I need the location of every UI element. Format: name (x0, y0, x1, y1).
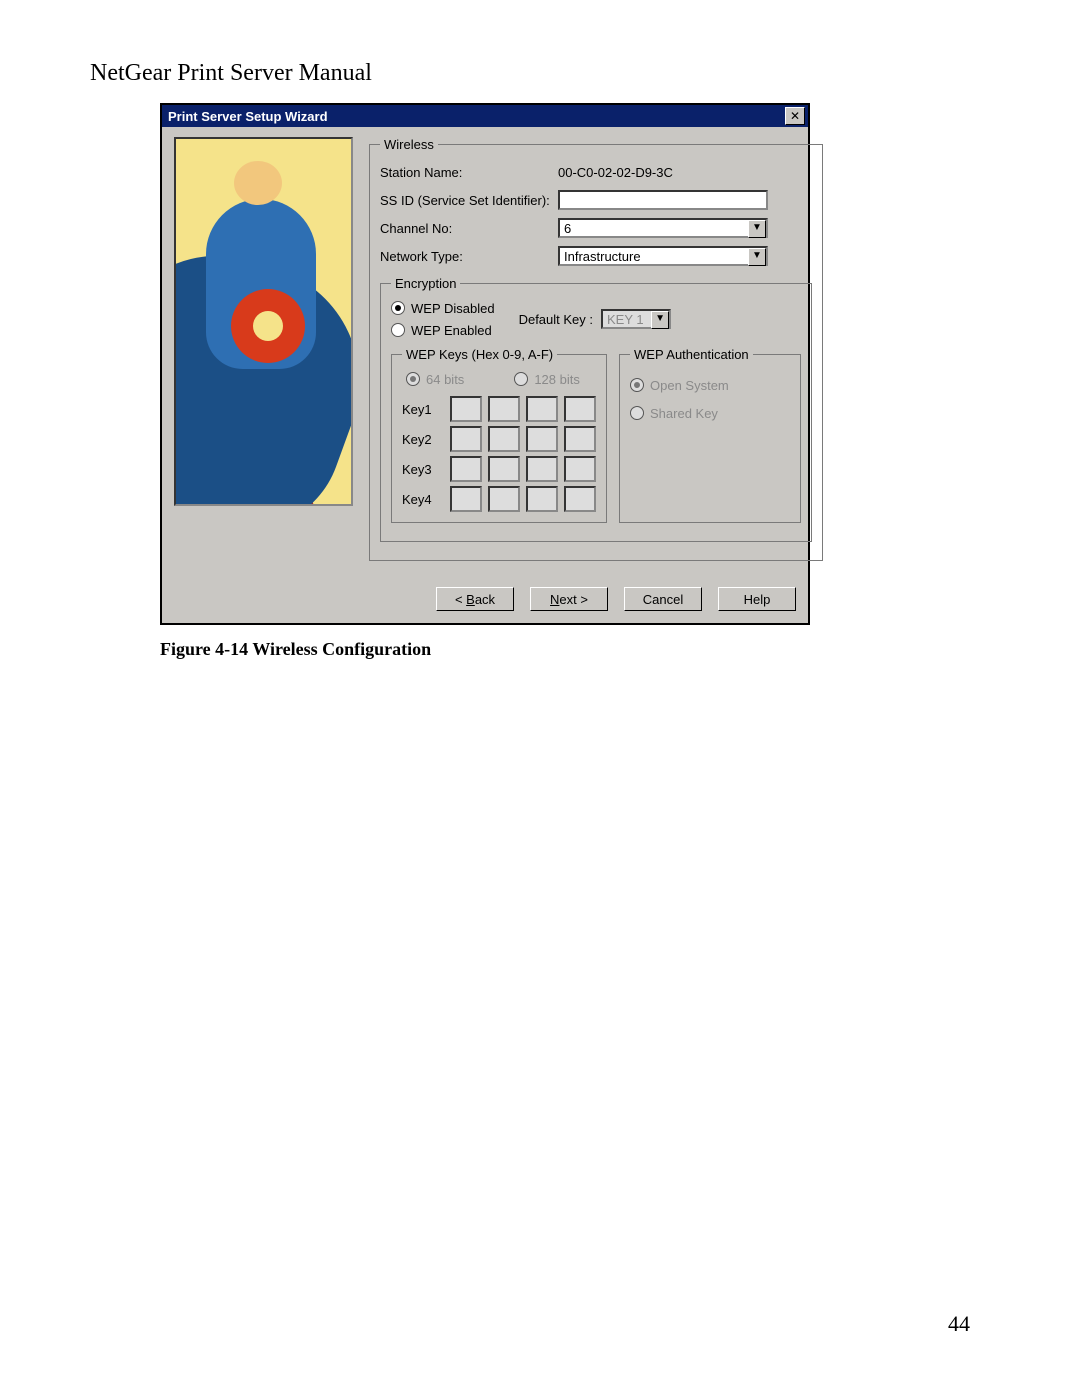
wep-disabled-radio[interactable]: WEP Disabled (391, 297, 495, 319)
shared-key-radio: Shared Key (630, 402, 790, 424)
figure-caption: Figure 4-14 Wireless Configuration (160, 639, 990, 660)
radio-icon (514, 372, 528, 386)
chevron-down-icon[interactable]: ▼ (748, 220, 766, 238)
key2-cell (526, 426, 558, 452)
wireless-legend: Wireless (380, 137, 438, 152)
key3-cell (564, 456, 596, 482)
window-title: Print Server Setup Wizard (168, 109, 785, 124)
key2-cell (488, 426, 520, 452)
radio-icon (391, 301, 405, 315)
titlebar: Print Server Setup Wizard ✕ (162, 105, 808, 127)
radio-icon (406, 372, 420, 386)
key3-cell (450, 456, 482, 482)
wizard-illustration (174, 137, 353, 506)
key1-cell (488, 396, 520, 422)
key4-cell (564, 486, 596, 512)
key2-cell (564, 426, 596, 452)
wep-keys-legend: WEP Keys (Hex 0-9, A-F) (402, 347, 557, 362)
back-button[interactable]: < Back (436, 587, 514, 611)
radio-icon (630, 378, 644, 392)
wep-enabled-label: WEP Enabled (411, 323, 492, 338)
default-key-combo: KEY 1 ▼ (601, 309, 671, 329)
bits-128-label: 128 bits (534, 372, 580, 387)
network-type-label: Network Type: (380, 249, 558, 264)
key2-label: Key2 (402, 432, 444, 447)
bits-64-radio: 64 bits (406, 368, 464, 390)
default-key-label: Default Key : (519, 312, 593, 327)
open-system-radio: Open System (630, 374, 790, 396)
key3-cell (526, 456, 558, 482)
wep-enabled-radio[interactable]: WEP Enabled (391, 319, 495, 341)
wep-auth-group: WEP Authentication Open System Shared Ke… (619, 347, 801, 523)
wireless-group: Wireless Station Name: 00-C0-02-02-D9-3C… (369, 137, 823, 561)
channel-combo[interactable]: 6 ▼ (558, 218, 768, 238)
key1-cell (564, 396, 596, 422)
radio-icon (391, 323, 405, 337)
network-type-combo[interactable]: Infrastructure ▼ (558, 246, 768, 266)
ssid-label: SS ID (Service Set Identifier): (380, 193, 558, 208)
encryption-legend: Encryption (391, 276, 460, 291)
key1-cell (450, 396, 482, 422)
page-number: 44 (948, 1311, 970, 1337)
key1-cell (526, 396, 558, 422)
wep-auth-legend: WEP Authentication (630, 347, 753, 362)
ssid-input[interactable] (558, 190, 768, 210)
station-name-value: 00-C0-02-02-D9-3C (558, 165, 812, 180)
chevron-down-icon: ▼ (651, 311, 669, 329)
close-icon[interactable]: ✕ (785, 107, 805, 125)
wep-disabled-label: WEP Disabled (411, 301, 495, 316)
figure: Print Server Setup Wizard ✕ Wireless (160, 103, 990, 625)
key4-cell (488, 486, 520, 512)
help-button[interactable]: Help (718, 587, 796, 611)
manual-header: NetGear Print Server Manual (90, 60, 990, 87)
station-name-label: Station Name: (380, 165, 558, 180)
bits-64-label: 64 bits (426, 372, 464, 387)
shared-key-label: Shared Key (650, 406, 718, 421)
radio-icon (630, 406, 644, 420)
next-button[interactable]: Next > (530, 587, 608, 611)
wizard-window: Print Server Setup Wizard ✕ Wireless (160, 103, 810, 625)
channel-value: 6 (558, 218, 768, 238)
key2-cell (450, 426, 482, 452)
key4-label: Key4 (402, 492, 444, 507)
channel-label: Channel No: (380, 221, 558, 236)
key4-cell (526, 486, 558, 512)
open-system-label: Open System (650, 378, 729, 393)
cancel-button[interactable]: Cancel (624, 587, 702, 611)
bits-128-radio: 128 bits (514, 368, 580, 390)
chevron-down-icon[interactable]: ▼ (748, 248, 766, 266)
key1-label: Key1 (402, 402, 444, 417)
wep-keys-group: WEP Keys (Hex 0-9, A-F) 64 bits (391, 347, 607, 523)
key3-cell (488, 456, 520, 482)
encryption-group: Encryption WEP Disabled WEP (380, 276, 812, 542)
key4-cell (450, 486, 482, 512)
key3-label: Key3 (402, 462, 444, 477)
network-type-value: Infrastructure (558, 246, 768, 266)
